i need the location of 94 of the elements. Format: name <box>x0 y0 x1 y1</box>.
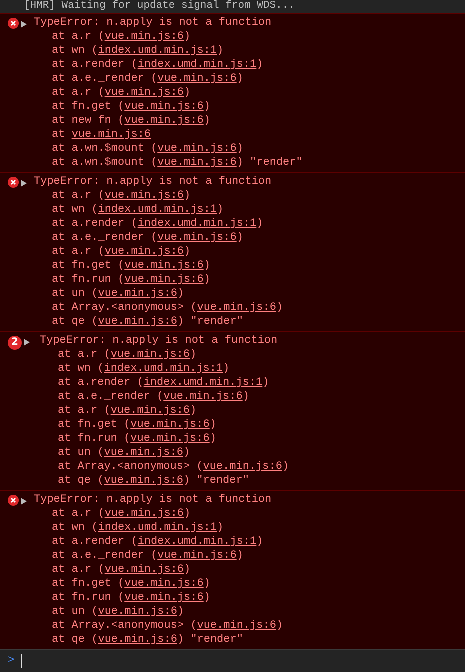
stack-frame-line: at un (vue.min.js:6) <box>57 446 192 460</box>
source-link[interactable]: vue.min.js:6 <box>104 447 184 459</box>
stack-frame-line: at a.r (vue.min.js:6) <box>51 245 192 259</box>
stack-frame-line: at a.r (vue.min.js:6) <box>51 563 192 577</box>
stack-frame-line: at Array.<anonymous> (vue.min.js:6) <box>57 460 290 474</box>
source-link[interactable]: vue.min.js:6 <box>98 316 178 328</box>
stack-frame-line: at fn.run (vue.min.js:6) <box>51 591 212 605</box>
source-link[interactable]: vue.min.js:6 <box>98 606 178 618</box>
stack-frame-line: at a.render (index.umd.min.js:1) <box>51 58 264 72</box>
source-link[interactable]: vue.min.js:6 <box>104 564 184 576</box>
stack-frame-line: at wn (index.umd.min.js:1) <box>51 521 225 535</box>
source-link[interactable]: vue.min.js:6 <box>197 620 276 632</box>
stack-frame-line: at wn (index.umd.min.js:1) <box>57 362 231 376</box>
stack-frame-line: at a.render (index.umd.min.js:1) <box>51 535 264 549</box>
stack-frame-line: at fn.get (vue.min.js:6) <box>51 259 212 273</box>
source-link[interactable]: vue.min.js:6 <box>124 260 204 272</box>
error-icon <box>8 177 19 188</box>
source-link[interactable]: vue.min.js:6 <box>124 578 204 590</box>
source-link[interactable]: vue.min.js:6 <box>164 391 243 403</box>
expand-triangle-icon[interactable] <box>21 498 27 505</box>
source-link[interactable]: vue.min.js:6 <box>104 31 184 43</box>
stack-frame-line: at Array.<anonymous> (vue.min.js:6) <box>51 619 284 633</box>
source-link[interactable]: index.umd.min.js:1 <box>138 536 257 548</box>
source-link[interactable]: vue.min.js:6 <box>203 461 282 473</box>
stack-frame-line: at Array.<anonymous> (vue.min.js:6) <box>51 301 284 315</box>
expand-triangle-icon[interactable] <box>21 180 27 187</box>
source-link[interactable]: vue.min.js:6 <box>124 274 204 286</box>
stack-frame-line: at un (vue.min.js:6) <box>51 605 186 619</box>
source-link[interactable]: vue.min.js:6 <box>158 143 237 155</box>
source-link[interactable]: vue.min.js:6 <box>104 508 184 520</box>
source-link[interactable]: index.umd.min.js:1 <box>104 363 224 375</box>
stack-frame-line: at a.r (vue.min.js:6) <box>57 404 198 418</box>
source-link[interactable]: index.umd.min.js:1 <box>98 522 218 534</box>
error-icon <box>8 495 19 506</box>
source-link[interactable]: vue.min.js:6 <box>104 475 184 487</box>
repeat-count: 2 <box>8 336 22 350</box>
stack-frame-line: at a.r (vue.min.js:6) <box>51 189 192 203</box>
stack-frame-line: at a.render (index.umd.min.js:1) <box>57 376 270 390</box>
stack-frame-line: at wn (index.umd.min.js:1) <box>51 44 225 58</box>
stack-frame-line: at a.r (vue.min.js:6) <box>57 348 198 362</box>
stack-frame-line: at wn (index.umd.min.js:1) <box>51 203 225 217</box>
source-link[interactable]: vue.min.js:6 <box>124 101 204 113</box>
source-link[interactable]: vue.min.js:6 <box>104 87 184 99</box>
source-link[interactable]: vue.min.js:6 <box>124 115 204 127</box>
stack-frame-line: at fn.run (vue.min.js:6) <box>57 432 218 446</box>
source-link[interactable]: vue.min.js:6 <box>158 157 237 169</box>
source-link[interactable]: index.umd.min.js:1 <box>98 204 218 216</box>
source-link[interactable]: index.umd.min.js:1 <box>98 45 218 57</box>
stack-frame-line: at a.render (index.umd.min.js:1) <box>51 217 264 231</box>
stack-frame-line: at vue.min.js:6 <box>51 128 152 142</box>
stack-frame-line: at fn.run (vue.min.js:6) <box>51 273 212 287</box>
error-title: TypeError: n.apply is not a function <box>34 493 273 507</box>
source-link[interactable]: index.umd.min.js:1 <box>138 59 257 71</box>
stack-frame-line: at a.e._render (vue.min.js:6) <box>51 72 244 86</box>
expand-triangle-icon[interactable] <box>24 339 30 346</box>
error-title: TypeError: n.apply is not a function <box>34 16 273 30</box>
stack-frame-line: at a.e._render (vue.min.js:6) <box>51 549 244 563</box>
error-icon <box>8 18 19 29</box>
source-link[interactable]: vue.min.js:6 <box>130 433 210 445</box>
source-link[interactable]: vue.min.js:6 <box>98 634 178 646</box>
source-link[interactable]: vue.min.js:6 <box>110 405 190 417</box>
stack-frame-line: at a.e._render (vue.min.js:6) <box>57 390 250 404</box>
source-link[interactable]: index.umd.min.js:1 <box>144 377 263 389</box>
source-link[interactable]: vue.min.js:6 <box>158 550 237 562</box>
source-link[interactable]: vue.min.js:6 <box>158 232 237 244</box>
stack-frame-line: at a.e._render (vue.min.js:6) <box>51 231 244 245</box>
stack-frame-line: at fn.get (vue.min.js:6) <box>51 100 212 114</box>
source-link[interactable]: vue.min.js:6 <box>104 190 184 202</box>
stack-frame-line: at a.r (vue.min.js:6) <box>51 507 192 521</box>
stack-frame-line: at qe (vue.min.js:6) "render" <box>51 633 244 647</box>
stack-frame-line: at un (vue.min.js:6) <box>51 287 186 301</box>
source-link[interactable]: vue.min.js:6 <box>124 592 204 604</box>
text-cursor <box>20 654 22 668</box>
source-link[interactable]: index.umd.min.js:1 <box>138 218 257 230</box>
stack-frame-line: at new fn (vue.min.js:6) <box>51 114 212 128</box>
expand-triangle-icon[interactable] <box>21 21 27 28</box>
source-link[interactable]: vue.min.js:6 <box>197 302 276 314</box>
prompt-symbol: > <box>8 654 15 668</box>
stack-frame-line: at a.r (vue.min.js:6) <box>51 30 192 44</box>
stack-frame-line: at fn.get (vue.min.js:6) <box>51 577 212 591</box>
error-title: TypeError: n.apply is not a function <box>40 334 279 348</box>
stack-frame-line: at qe (vue.min.js:6) "render" <box>51 315 244 329</box>
stack-frame-line: at qe (vue.min.js:6) "render" <box>57 474 250 488</box>
source-link[interactable]: vue.min.js:6 <box>110 349 190 361</box>
stack-frame-line: at a.r (vue.min.js:6) <box>51 86 192 100</box>
source-link[interactable]: vue.min.js:6 <box>72 129 152 141</box>
source-link[interactable]: vue.min.js:6 <box>104 246 184 258</box>
error-title: TypeError: n.apply is not a function <box>34 175 273 189</box>
stack-frame-line: at fn.get (vue.min.js:6) <box>57 418 218 432</box>
source-link[interactable]: vue.min.js:6 <box>158 73 237 85</box>
source-link[interactable]: vue.min.js:6 <box>98 288 178 300</box>
source-link[interactable]: vue.min.js:6 <box>130 419 210 431</box>
stack-frame-line: at a.wn.$mount (vue.min.js:6) "render" <box>51 156 304 170</box>
stack-frame-line: at a.wn.$mount (vue.min.js:6) <box>51 142 244 156</box>
